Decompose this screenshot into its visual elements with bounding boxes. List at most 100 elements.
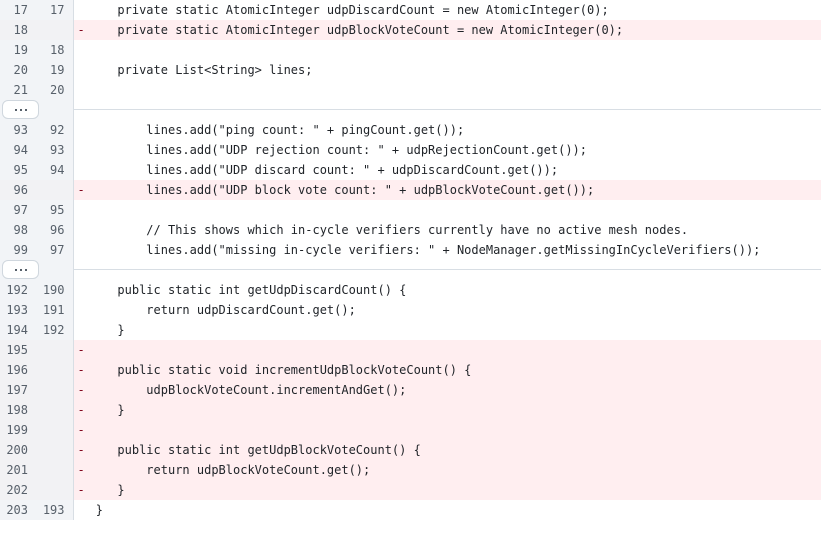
line-number-old[interactable]: 18 (0, 20, 37, 40)
line-number-old[interactable]: 203 (0, 500, 37, 520)
diff-row-context[interactable]: 203 193 } (0, 500, 821, 520)
diff-row-context[interactable]: 192 190 public static int getUdpDiscardCo… (0, 280, 821, 300)
line-number-new[interactable]: 18 (37, 40, 74, 60)
diff-row-deleted[interactable]: 196 - public static void incrementUdpBloc… (0, 360, 821, 380)
line-number-old[interactable]: 17 (0, 0, 37, 20)
diff-row-context[interactable]: 94 93 lines.add("UDP rejection count: " +… (0, 140, 821, 160)
line-number-old[interactable]: 96 (0, 180, 37, 200)
expand-hunk-button[interactable] (2, 100, 39, 119)
line-number-old[interactable]: 199 (0, 420, 37, 440)
code-text: return udpBlockVoteCount.get(); (88, 463, 371, 477)
line-number-new[interactable]: 191 (37, 300, 74, 320)
diff-expander-row[interactable] (0, 260, 821, 280)
diff-code-cell: lines.add("UDP rejection count: " + udpR… (73, 140, 821, 160)
diff-code-cell: - public static int getUdpBlockVoteCount… (73, 440, 821, 460)
line-number-new[interactable]: 17 (37, 0, 74, 20)
diff-row-context[interactable]: 19 18 (0, 40, 821, 60)
line-number-new[interactable] (37, 480, 74, 500)
hunk-divider-line (73, 269, 821, 270)
diff-marker: - (77, 183, 85, 197)
diff-expander-row[interactable] (0, 100, 821, 120)
diff-row-deleted[interactable]: 18 - private static AtomicInteger udpBloc… (0, 20, 821, 40)
expand-hunk-button-cell[interactable] (0, 100, 74, 120)
line-number-new[interactable] (37, 440, 74, 460)
line-number-new[interactable]: 92 (37, 120, 74, 140)
line-number-old[interactable]: 93 (0, 120, 37, 140)
line-number-new[interactable] (37, 180, 74, 200)
line-number-new[interactable]: 94 (37, 160, 74, 180)
line-number-new[interactable] (37, 360, 74, 380)
line-number-new[interactable] (37, 460, 74, 480)
diff-code-cell: private List<String> lines; (73, 60, 821, 80)
diff-code-cell: private static AtomicInteger udpDiscardC… (73, 0, 821, 20)
line-number-old[interactable]: 193 (0, 300, 37, 320)
line-number-old[interactable]: 198 (0, 400, 37, 420)
line-number-old[interactable]: 192 (0, 280, 37, 300)
line-number-old[interactable]: 201 (0, 460, 37, 480)
line-number-new[interactable]: 95 (37, 200, 74, 220)
ellipsis-dot-icon (24, 108, 27, 111)
line-number-old[interactable]: 196 (0, 360, 37, 380)
diff-row-deleted[interactable]: 96 - lines.add("UDP block vote count: " +… (0, 180, 821, 200)
line-number-old[interactable]: 98 (0, 220, 37, 240)
diff-row-deleted[interactable]: 202 - } (0, 480, 821, 500)
line-number-new[interactable] (37, 340, 74, 360)
code-text: private static AtomicInteger udpBlockVot… (88, 23, 624, 37)
diff-row-deleted[interactable]: 195 - (0, 340, 821, 360)
line-number-old[interactable]: 95 (0, 160, 37, 180)
line-number-new[interactable] (37, 380, 74, 400)
diff-row-deleted[interactable]: 199 - (0, 420, 821, 440)
code-text: private static AtomicInteger udpDiscardC… (88, 3, 609, 17)
diff-marker: - (77, 343, 85, 357)
line-number-new[interactable]: 193 (37, 500, 74, 520)
diff-row-context[interactable]: 93 92 lines.add("ping count: " + pingCoun… (0, 120, 821, 140)
diff-marker: - (77, 403, 85, 417)
line-number-new[interactable] (37, 420, 74, 440)
line-number-old[interactable]: 19 (0, 40, 37, 60)
diff-row-context[interactable]: 97 95 (0, 200, 821, 220)
diff-code-cell (73, 80, 821, 100)
line-number-new[interactable] (37, 20, 74, 40)
diff-row-context[interactable]: 98 96 // This shows which in-cycle verifi… (0, 220, 821, 240)
diff-row-context[interactable]: 21 20 (0, 80, 821, 100)
expand-hunk-button-cell[interactable] (0, 260, 74, 280)
code-text: lines.add("missing in-cycle verifiers: "… (88, 243, 761, 257)
diff-row-context[interactable]: 99 97 lines.add("missing in-cycle verifie… (0, 240, 821, 260)
diff-row-context[interactable]: 194 192 } (0, 320, 821, 340)
diff-code-cell: - return udpBlockVoteCount.get(); (73, 460, 821, 480)
diff-row-context[interactable]: 17 17 private static AtomicInteger udpDis… (0, 0, 821, 20)
diff-row-deleted[interactable]: 197 - udpBlockVoteCount.incrementAndGet()… (0, 380, 821, 400)
line-number-new[interactable]: 19 (37, 60, 74, 80)
code-text: public static int getUdpBlockVoteCount()… (88, 443, 421, 457)
line-number-new[interactable]: 96 (37, 220, 74, 240)
diff-row-deleted[interactable]: 200 - public static int getUdpBlockVoteCo… (0, 440, 821, 460)
expand-hunk-button[interactable] (2, 260, 39, 279)
line-number-old[interactable]: 194 (0, 320, 37, 340)
diff-row-context[interactable]: 95 94 lines.add("UDP discard count: " + u… (0, 160, 821, 180)
line-number-old[interactable]: 20 (0, 60, 37, 80)
diff-row-context[interactable]: 193 191 return udpDiscardCount.get(); (0, 300, 821, 320)
line-number-new[interactable]: 192 (37, 320, 74, 340)
diff-code-cell: - (73, 340, 821, 360)
diff-row-deleted[interactable]: 198 - } (0, 400, 821, 420)
line-number-old[interactable]: 202 (0, 480, 37, 500)
diff-marker: - (77, 423, 85, 437)
line-number-old[interactable]: 94 (0, 140, 37, 160)
line-number-old[interactable]: 21 (0, 80, 37, 100)
diff-row-context[interactable]: 20 19 private List<String> lines; (0, 60, 821, 80)
line-number-old[interactable]: 200 (0, 440, 37, 460)
line-number-new[interactable]: 93 (37, 140, 74, 160)
line-number-old[interactable]: 197 (0, 380, 37, 400)
diff-row-deleted[interactable]: 201 - return udpBlockVoteCount.get(); (0, 460, 821, 480)
line-number-new[interactable]: 190 (37, 280, 74, 300)
line-number-old[interactable]: 97 (0, 200, 37, 220)
line-number-old[interactable]: 99 (0, 240, 37, 260)
line-number-new[interactable]: 20 (37, 80, 74, 100)
line-number-new[interactable] (37, 400, 74, 420)
diff-marker (78, 0, 89, 20)
ellipsis-dot-icon (19, 268, 22, 271)
code-text: public static void incrementUdpBlockVote… (88, 363, 472, 377)
line-number-old[interactable]: 195 (0, 340, 37, 360)
line-number-new[interactable]: 97 (37, 240, 74, 260)
ellipsis-dot-icon (14, 108, 17, 111)
